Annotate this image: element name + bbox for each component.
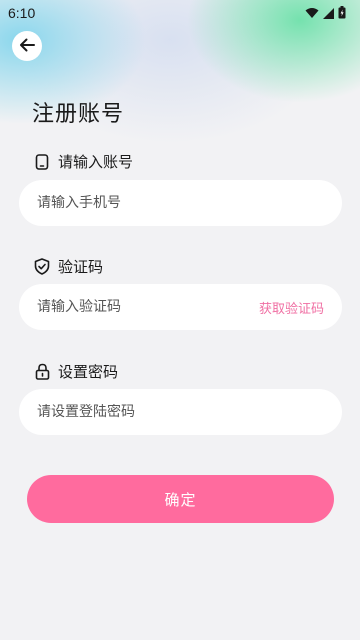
password-label: 设置密码	[34, 361, 118, 382]
signal-icon	[323, 4, 334, 23]
back-button[interactable]	[12, 31, 42, 61]
account-label-text: 请输入账号	[58, 153, 134, 171]
battery-icon	[338, 4, 346, 23]
code-field[interactable]: 获取验证码	[19, 284, 342, 330]
arrow-left-icon	[19, 37, 35, 56]
wifi-icon	[305, 4, 319, 23]
status-icons	[305, 4, 346, 23]
password-input[interactable]	[37, 404, 324, 420]
password-label-text: 设置密码	[58, 363, 119, 381]
code-label-text: 验证码	[58, 258, 104, 276]
code-label: 验证码	[34, 256, 103, 277]
lock-icon	[34, 363, 50, 380]
account-label: 请输入账号	[34, 151, 133, 172]
get-code-button[interactable]: 获取验证码	[259, 298, 324, 317]
phone-icon	[34, 153, 50, 170]
confirm-button[interactable]: 确定	[27, 475, 334, 523]
password-field[interactable]	[19, 389, 342, 435]
page-title: 注册账号	[32, 102, 125, 127]
account-input[interactable]	[37, 195, 324, 211]
code-input[interactable]	[37, 299, 259, 315]
status-bar: 6:10	[0, 0, 360, 26]
status-time: 6:10	[8, 5, 36, 21]
account-field[interactable]	[19, 180, 342, 226]
shield-check-icon	[34, 258, 50, 275]
